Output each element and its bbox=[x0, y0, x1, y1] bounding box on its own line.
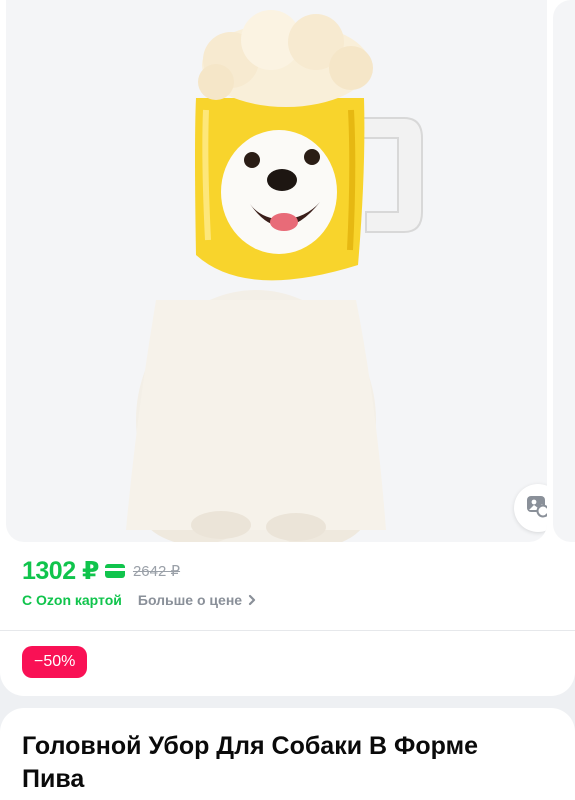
next-image-preview[interactable] bbox=[553, 0, 575, 542]
discount-badge: −50% bbox=[22, 646, 88, 678]
ozon-card-label: С Ozon картой bbox=[22, 592, 122, 608]
image-search-icon bbox=[525, 493, 547, 524]
product-title: Головной Убор Для Собаки В Форме Пива bbox=[22, 732, 478, 793]
price-row[interactable]: 1302 ₽ 2642 ₽ bbox=[22, 556, 180, 586]
product-gallery[interactable] bbox=[6, 0, 547, 542]
ozon-card-icon bbox=[104, 563, 125, 579]
more-about-price-link[interactable]: Больше о цене bbox=[138, 592, 242, 608]
old-price: 2642 ₽ bbox=[132, 563, 181, 580]
divider bbox=[0, 630, 575, 631]
product-image[interactable] bbox=[6, 0, 547, 542]
price-ozon-card: 1302 ₽ bbox=[22, 557, 99, 585]
chevron-right-icon bbox=[248, 594, 256, 606]
price-details-row[interactable]: С Ozon картой Больше о цене bbox=[22, 592, 256, 608]
title-card: Головной Убор Для Собаки В Форме Пива bbox=[0, 708, 575, 800]
product-card: 1302 ₽ 2642 ₽ С Ozon картой Больше о цен… bbox=[0, 0, 575, 696]
